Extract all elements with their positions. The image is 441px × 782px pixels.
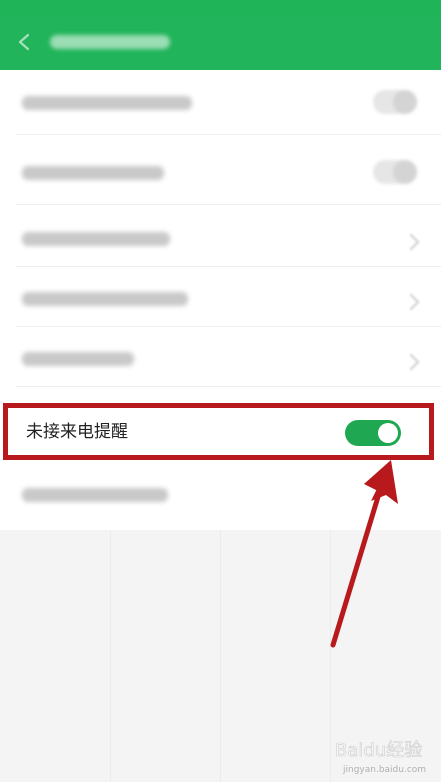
divider bbox=[16, 326, 441, 327]
missed-call-reminder-toggle[interactable] bbox=[345, 420, 401, 446]
divider bbox=[16, 134, 441, 135]
missed-call-reminder-row[interactable]: 未接来电提醒 bbox=[3, 403, 434, 460]
settings-toggle[interactable] bbox=[373, 160, 417, 184]
background-line bbox=[330, 530, 331, 782]
missed-call-reminder-label: 未接来电提醒 bbox=[26, 422, 128, 442]
settings-row[interactable] bbox=[0, 140, 441, 204]
settings-list bbox=[0, 70, 441, 530]
status-bar bbox=[0, 0, 441, 14]
settings-row-label bbox=[22, 292, 188, 306]
settings-row-label bbox=[22, 488, 168, 502]
watermark-url: jingyan.baidu.com bbox=[342, 765, 426, 775]
page-title bbox=[50, 35, 170, 49]
settings-row[interactable] bbox=[0, 270, 441, 326]
chevron-right-icon bbox=[402, 293, 420, 311]
settings-row-label bbox=[22, 166, 164, 180]
background-line bbox=[110, 530, 111, 782]
divider bbox=[16, 204, 441, 205]
back-arrow-icon[interactable] bbox=[14, 32, 34, 52]
app-bar bbox=[0, 14, 441, 70]
divider bbox=[16, 386, 441, 387]
settings-toggle[interactable] bbox=[373, 90, 417, 114]
baidu-jingyan-watermark-icon: Baidu经验 jingyan.baidu.com bbox=[335, 740, 426, 775]
settings-row[interactable] bbox=[0, 70, 441, 134]
settings-row-label bbox=[22, 232, 170, 246]
background-line bbox=[220, 530, 221, 782]
toggle-knob bbox=[378, 423, 398, 443]
divider bbox=[16, 266, 441, 267]
settings-row-label bbox=[22, 352, 134, 366]
settings-row[interactable] bbox=[0, 210, 441, 266]
chevron-right-icon bbox=[402, 233, 420, 251]
settings-row[interactable] bbox=[0, 330, 441, 386]
watermark-brand: Baidu经验 bbox=[335, 740, 422, 761]
settings-row-label bbox=[22, 96, 192, 110]
settings-row[interactable] bbox=[0, 464, 441, 526]
chevron-right-icon bbox=[402, 353, 420, 371]
